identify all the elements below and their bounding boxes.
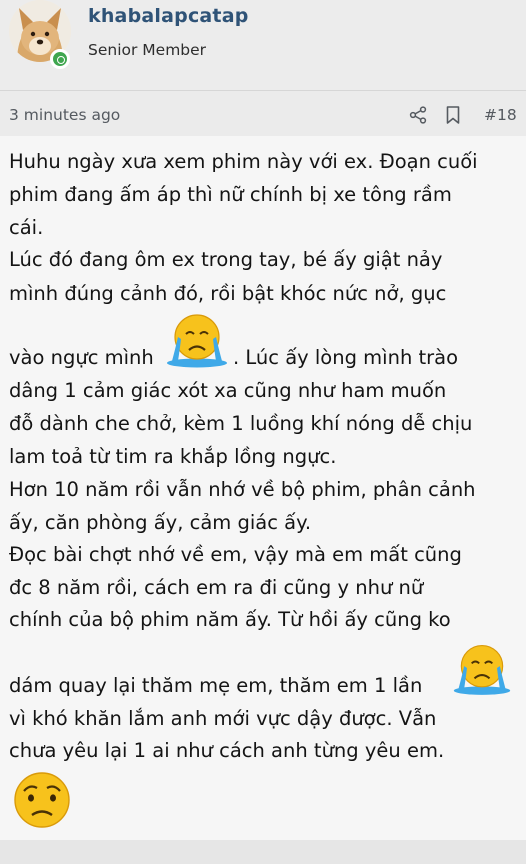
post-text-line: chính của bộ phim năm ấy. Từ hồi ấy cũng… [9,608,451,631]
post-meta-bar: 3 minutes ago #18 [0,91,526,136]
post-text-line: vào ngực mình [9,346,154,369]
post-text-line: mình đúng cảnh đó, rồi bật khóc nức nở, … [9,282,447,305]
post-header: khabalapcatap Senior Member [0,0,526,90]
share-icon[interactable] [409,106,427,124]
post-text-line: Lúc đó đang ôm ex trong tay, bé ấy giật … [9,248,443,271]
post-text-line: Đọc bài chợt nhớ về em, vậy mà em mất cũ… [9,543,462,566]
post-text-line: đc 8 năm rồi, cách em ra đi cũng y như n… [9,576,424,599]
post-text-line: . Lúc ấy lòng mình trào [233,346,459,369]
post-timestamp[interactable]: 3 minutes ago [9,106,120,124]
post-text-line: cái. [9,216,44,239]
post-number-link[interactable]: #18 [484,106,517,124]
post-text-line: chưa yêu lại 1 ai như cách anh từng yêu … [9,739,445,762]
post-text-line: lam toả từ tim ra khắp lồng ngực. [9,445,337,468]
post-text-line: dâng 1 cảm giác xót xa cũng như ham muốn [9,379,447,402]
crying-emoji-icon [453,644,511,695]
post-footer [0,840,526,864]
post-body: Huhu ngày xưa xem phim này với ex. Đoạn … [0,136,526,840]
username-link[interactable]: khabalapcatap [88,5,249,27]
bookmark-icon[interactable] [446,106,460,124]
sad-emoji-icon [14,772,70,828]
post-text-line: Hơn 10 năm rồi vẫn nhớ về bộ phim, phân … [9,478,476,501]
online-status-icon [50,49,70,69]
post-text-line: phim đang ấm áp thì nữ chính bị xe tông … [9,183,452,206]
user-title: Senior Member [88,41,207,59]
post-text-line: đỗ dành che chở, kèm 1 luồng khí nóng dễ… [9,412,473,435]
post-text-line: Huhu ngày xưa xem phim này với ex. Đoạn … [9,150,478,173]
post-text-line: vì khó khăn lắm anh mới vực dậy được. Vẫ… [9,707,437,730]
crying-emoji-icon [167,314,227,368]
post-text-line: dám quay lại thăm mẹ em, thăm em 1 lần [9,674,423,697]
post-text-line: ấy, căn phòng ấy, cảm giác ấy. [9,511,312,534]
